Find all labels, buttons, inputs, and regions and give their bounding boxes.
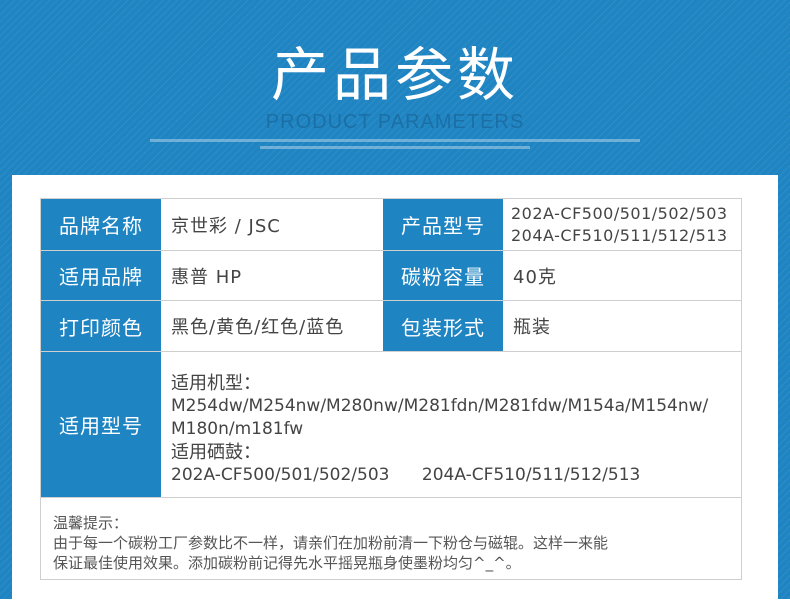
- package-form-label: 包装形式: [383, 301, 503, 351]
- applicable-brand-value: 惠普 HP: [171, 266, 243, 288]
- table-row: 适用型号 适用机型： M254dw/M254nw/M280nw/M281fdn/…: [41, 352, 741, 497]
- brand-name-value: 京世彩 / JSC: [171, 215, 281, 237]
- spec-table: 品牌名称 京世彩 / JSC 产品型号 202A-CF500/501/502/5…: [40, 198, 742, 498]
- product-model-value: 202A-CF500/501/502/503 204A-CF510/511/51…: [503, 199, 741, 250]
- print-color-label: 打印颜色: [41, 301, 161, 351]
- toner-capacity-label: 碳粉容量: [383, 251, 503, 300]
- tip-title: 温馨提示：: [53, 514, 129, 532]
- product-model-label: 产品型号: [383, 199, 503, 250]
- page-subtitle-en: PRODUCT PARAMETERS: [265, 111, 525, 133]
- package-form-value: 瓶装: [513, 317, 551, 338]
- decorative-line: [150, 139, 640, 142]
- drum-list-line: 202A-CF500/501/502/503 204A-CF510/511/51…: [171, 465, 641, 485]
- warm-tip: 温馨提示： 由于每一个碳粉工厂参数比不一样，请亲们在加粉前清一下粉仓与磁辊。这样…: [40, 497, 742, 580]
- table-row: 打印颜色 黑色/黄色/红色/蓝色 包装形式 瓶装: [41, 301, 741, 352]
- machine-list-line: M180n/m181fw: [171, 419, 304, 439]
- applicable-models-value: 适用机型： M254dw/M254nw/M280nw/M281fdn/M281f…: [161, 352, 739, 497]
- brand-name-label: 品牌名称: [41, 199, 161, 250]
- page-title: 产品参数: [270, 41, 519, 109]
- tip-line: 保证最佳使用效果。添加碳粉前记得先水平摇晃瓶身使墨粉均匀^_^。: [53, 554, 521, 572]
- table-row: 品牌名称 京世彩 / JSC 产品型号 202A-CF500/501/502/5…: [41, 199, 741, 251]
- product-model-line: 204A-CF510/511/512/513: [511, 225, 728, 245]
- table-row: 适用品牌 惠普 HP 碳粉容量 40克: [41, 251, 741, 301]
- print-color-value: 黑色/黄色/红色/蓝色: [171, 317, 345, 338]
- applicable-brand-label: 适用品牌: [41, 251, 161, 300]
- applicable-models-label: 适用型号: [41, 352, 161, 497]
- tip-line: 由于每一个碳粉工厂参数比不一样，请亲们在加粉前清一下粉仓与磁辊。这样一来能: [53, 534, 609, 552]
- drum-title: 适用硒鼓：: [171, 442, 261, 463]
- machine-list-line: M254dw/M254nw/M280nw/M281fdn/M281fdw/M15…: [171, 396, 709, 416]
- toner-capacity-value: 40克: [513, 266, 557, 288]
- product-model-line: 202A-CF500/501/502/503: [511, 203, 728, 223]
- machine-title: 适用机型：: [171, 373, 261, 394]
- decorative-line: [260, 146, 530, 149]
